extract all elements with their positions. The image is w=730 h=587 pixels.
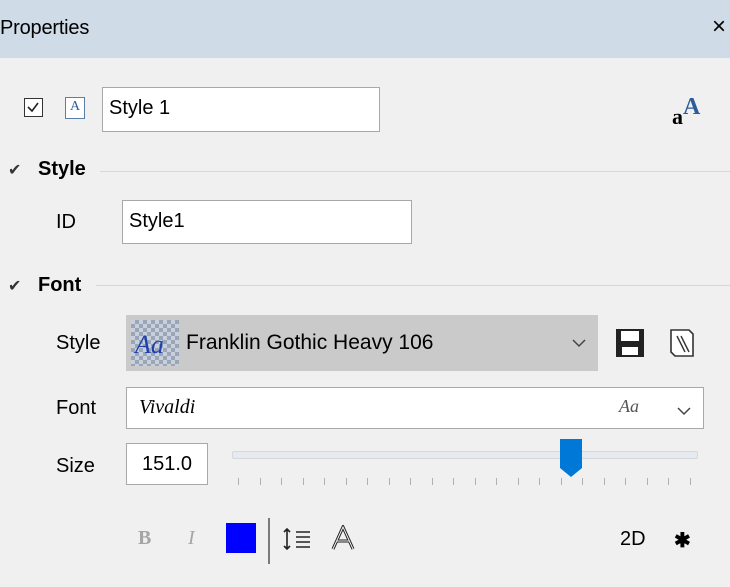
- slider-tick: [668, 478, 670, 485]
- slider-tick: [388, 478, 390, 485]
- font-style-thumbnail: Aa: [131, 320, 179, 366]
- slider-tick: [281, 478, 283, 485]
- slider-tick: [302, 478, 304, 485]
- font-style-value: Franklin Gothic Heavy 106: [186, 331, 434, 354]
- checkmark-icon: [27, 102, 39, 113]
- font-family-value: Vivaldi: [139, 396, 196, 418]
- font-size-input[interactable]: 151.0: [126, 443, 208, 485]
- chevron-down-icon[interactable]: [677, 403, 691, 421]
- id-input[interactable]: Style1: [122, 200, 412, 244]
- title-bar: Properties ×: [0, 0, 730, 58]
- style-section-header[interactable]: Style: [38, 158, 86, 181]
- font-section-toggle-icon[interactable]: ✔: [8, 276, 21, 296]
- slider-tick: [238, 478, 239, 485]
- save-icon[interactable]: [614, 327, 646, 364]
- chevron-down-icon[interactable]: [572, 335, 586, 353]
- slider-tick: [560, 478, 562, 485]
- slider-tick: [625, 478, 627, 485]
- slider-tick: [410, 478, 412, 485]
- slider-tick: [431, 478, 433, 485]
- font-size-slider-thumb[interactable]: [559, 438, 583, 483]
- style-name-input[interactable]: Style 1: [102, 87, 380, 132]
- font-style-label: Style: [56, 332, 101, 354]
- enable-checkbox[interactable]: [24, 98, 43, 117]
- text-color-button[interactable]: [226, 523, 256, 553]
- id-label: ID: [56, 211, 76, 233]
- slider-tick: [517, 478, 519, 485]
- font-family-label: Font: [56, 397, 97, 419]
- gear-icon[interactable]: ✱: [674, 528, 691, 553]
- line-spacing-icon[interactable]: [282, 527, 312, 556]
- slider-tick: [259, 478, 261, 485]
- slider-tick: [345, 478, 347, 485]
- slider-tick: [603, 478, 605, 485]
- slider-tick: [324, 478, 326, 485]
- slider-tick: [646, 478, 648, 485]
- slider-tick: [367, 478, 369, 485]
- close-button[interactable]: ×: [712, 15, 726, 39]
- font-size-label: Size: [56, 455, 95, 477]
- slider-tick: [496, 478, 498, 485]
- slider-tick: [582, 478, 584, 485]
- panel-title: Properties: [0, 17, 90, 39]
- slider-tick: [690, 478, 691, 485]
- slider-tick: [453, 478, 455, 485]
- font-section-divider: [96, 285, 730, 286]
- text-style-icon: A: [65, 97, 85, 119]
- font-size-slider-track[interactable]: [232, 451, 698, 459]
- text-outline-icon[interactable]: [330, 523, 356, 556]
- slider-tick: [539, 478, 541, 485]
- style-section-toggle-icon[interactable]: ✔: [8, 160, 21, 180]
- bold-button[interactable]: B: [138, 527, 151, 550]
- style-section-divider: [100, 171, 730, 172]
- manage-styles-icon[interactable]: [665, 326, 699, 365]
- font-family-dropdown[interactable]: Vivaldi Aa: [126, 387, 704, 429]
- 2d-mode-button[interactable]: 2D: [620, 528, 646, 551]
- toolbar-separator: [268, 518, 270, 564]
- font-section-header[interactable]: Font: [38, 274, 81, 297]
- slider-tick: [474, 478, 476, 485]
- italic-button[interactable]: I: [188, 527, 195, 550]
- font-preview-icon: Aa: [619, 396, 639, 416]
